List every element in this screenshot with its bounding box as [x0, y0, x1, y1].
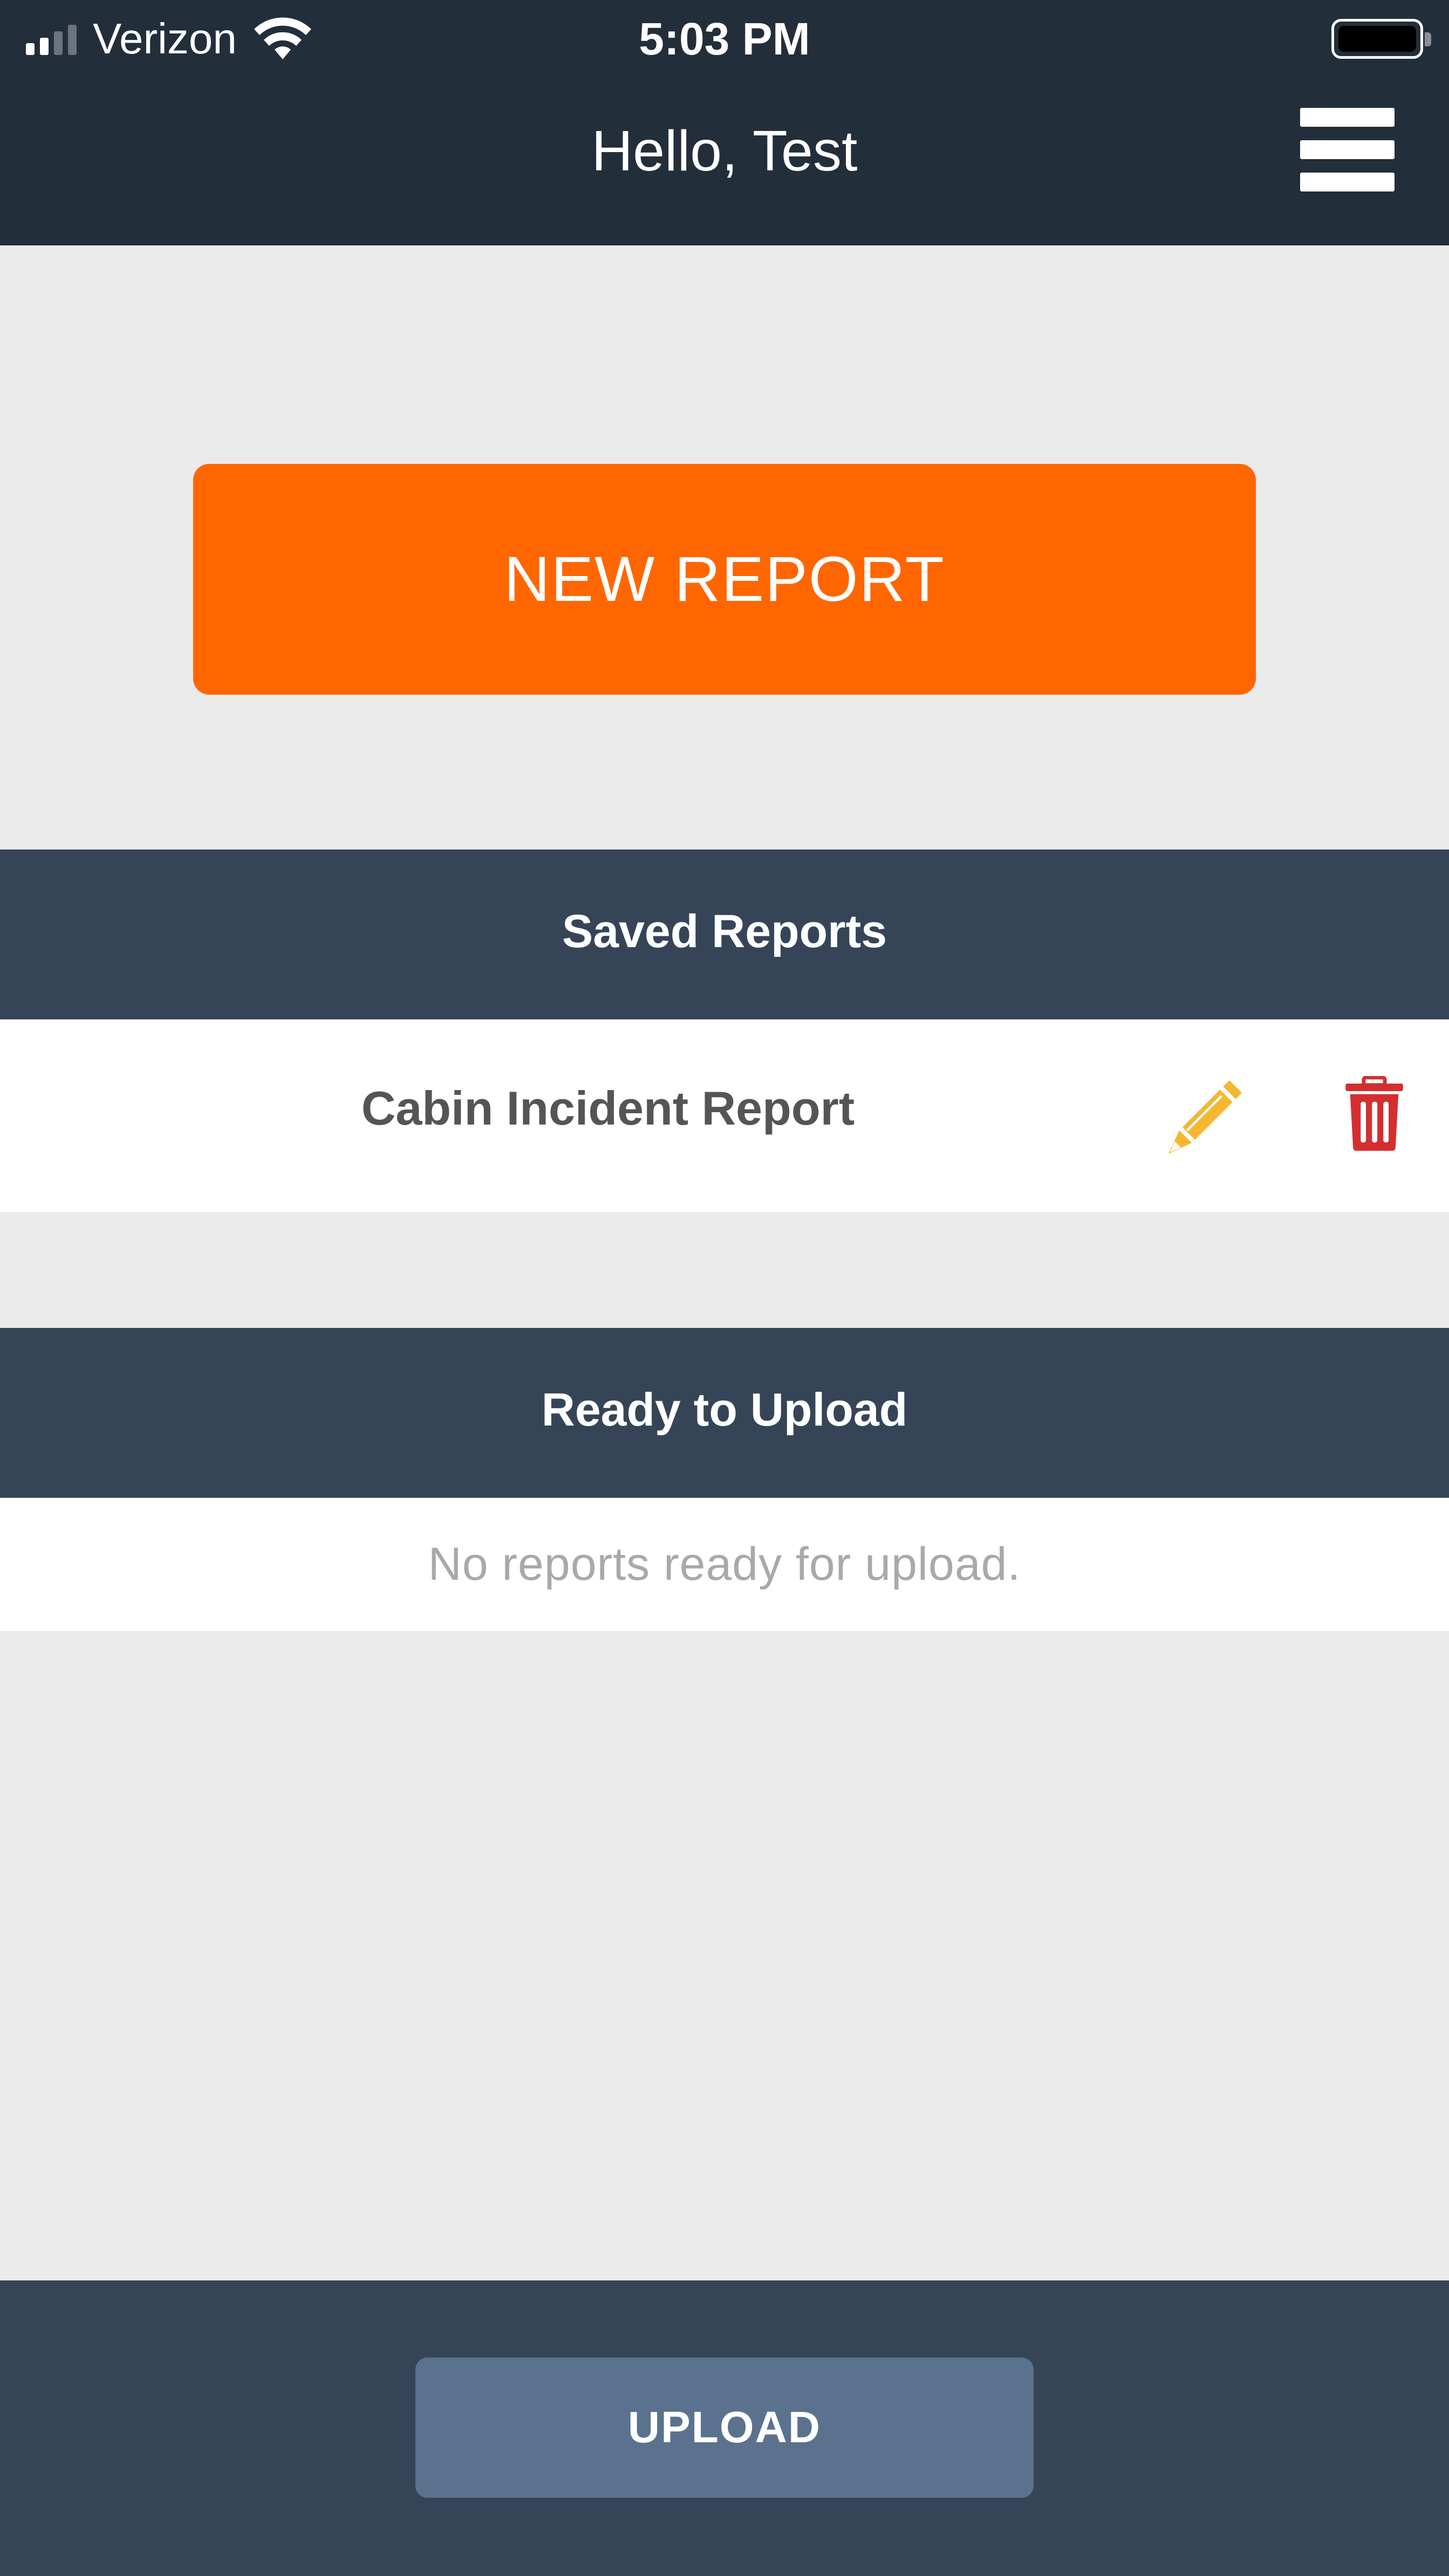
- saved-reports-heading: Saved Reports: [0, 849, 1449, 1019]
- hamburger-menu-icon[interactable]: [1300, 102, 1395, 197]
- footer-bar: UPLOAD: [0, 2280, 1449, 2576]
- battery-icon: [1331, 19, 1431, 59]
- app-header: Hello, Test: [0, 76, 1449, 245]
- saved-report-name[interactable]: Cabin Incident Report: [0, 1019, 1216, 1197]
- trash-delete-icon[interactable]: [1343, 1076, 1405, 1152]
- greeting-title: Hello, Test: [591, 119, 858, 183]
- upload-button[interactable]: UPLOAD: [415, 2358, 1034, 2498]
- new-report-button[interactable]: NEW REPORT: [193, 464, 1256, 695]
- saved-report-row[interactable]: Cabin Incident Report: [0, 1019, 1449, 1212]
- pencil-edit-icon[interactable]: [1165, 1079, 1243, 1157]
- status-time: 5:03 PM: [639, 13, 810, 64]
- ready-to-upload-heading: Ready to Upload: [0, 1328, 1449, 1498]
- empty-upload-message: No reports ready for upload.: [0, 1498, 1449, 1631]
- status-bar: Verizon 5:03 PM: [0, 0, 1449, 76]
